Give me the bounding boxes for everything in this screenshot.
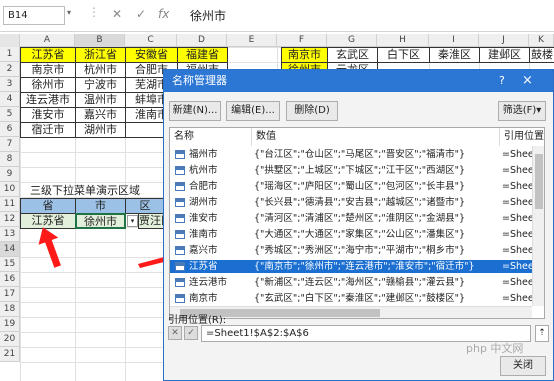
red-arrow-icon (38, 227, 61, 268)
list-item[interactable]: 福州市 {"台江区";"仓山区";"马尾区";"晋安区";"福清市"} =Sheet… (170, 148, 532, 161)
list-item-value: {"台江区";"仓山区";"马尾区";"晋安区";"福清市"} (254, 149, 466, 160)
column-header-ref[interactable]: 引用位置 (500, 128, 544, 146)
list-item-ref: =Sheet1 (502, 277, 532, 288)
list-item-name: 淮安市 (189, 213, 218, 224)
list-item-name: 杭州市 (189, 165, 218, 176)
list-item-ref: =Sheet1 (502, 149, 532, 160)
delete-button[interactable]: 删除(D) (286, 101, 338, 121)
list-item-value: {"秀城区";"秀洲区";"海宁市";"平湖市";"桐乡市"} (254, 245, 466, 256)
filter-button[interactable]: 筛选(F)▾ (498, 101, 546, 121)
list-item-ref: =Sheet1 (502, 181, 532, 192)
cancel-icon[interactable]: ✕ (168, 326, 182, 340)
list-item-name: 嘉兴市 (189, 245, 218, 256)
name-manager-dialog: 名称管理器 ? × 新建(N)... 编辑(E)... 删除(D) 筛选(F)▾… (163, 69, 554, 381)
list-item-ref: =Sheet1 (502, 229, 532, 240)
check-icon[interactable]: ✓ (184, 326, 198, 340)
list-item[interactable]: 杭州市 {"拱墅区";"上城区";"下城区";"江干区";"西湖区"} =Sheet… (170, 164, 532, 177)
table-icon (175, 166, 185, 175)
watermark: php 中文网 (466, 342, 524, 355)
collapse-icon[interactable]: ⇡ (535, 325, 549, 342)
list-item-value: {"新浦区";"连云区";"海州区";"赣榆县";"灌云县"} (254, 277, 466, 288)
list-item[interactable]: 淮南市 {"大通区";"大通区";"家集区";"公山区";"潘集区"} =Sheet… (170, 228, 532, 241)
list-item[interactable]: 江苏省 {"南京市";"徐州市";"连云港市";"淮安市";"宿迁市"} =Shee… (170, 260, 532, 273)
table-icon (175, 150, 185, 159)
list-item-value: {"清河区";"清浦区";"楚州区";"淮阴区";"金湖县"} (254, 213, 466, 224)
list-item-name: 合肥市 (189, 181, 218, 192)
list-item-ref: =Sheet1 (502, 261, 532, 272)
table-icon (175, 262, 185, 271)
vertical-scrollbar[interactable] (532, 146, 544, 306)
table-icon (175, 214, 185, 223)
list-item-name: 江苏省 (189, 261, 218, 272)
list-item-ref: =Sheet1 (502, 293, 532, 304)
list-item[interactable]: 连云港市 {"新浦区";"连云区";"海州区";"赣榆县";"灌云县"} =Shee… (170, 276, 532, 289)
list-item[interactable]: 嘉兴市 {"秀城区";"秀洲区";"海宁市";"平湖市";"桐乡市"} =Sheet… (170, 244, 532, 257)
table-icon (175, 294, 185, 303)
table-icon (175, 182, 185, 191)
list-item-value: {"拱墅区";"上城区";"下城区";"江干区";"西湖区"} (254, 165, 466, 176)
list-item-ref: =Sheet1 (502, 245, 532, 256)
list-item-value: {"南京市";"徐州市";"连云港市";"淮安市";"宿迁市"} (254, 261, 475, 272)
list-item[interactable]: 湖州市 {"长兴县";"德清县";"安吉县";"越城区";"诸暨市"} =Sheet… (170, 196, 532, 209)
list-item-value: {"长兴县";"德清县";"安吉县";"越城区";"诸暨市"} (254, 197, 466, 208)
column-header-name[interactable]: 名称 (170, 128, 252, 146)
refers-to-label: 引用位置(R): (168, 315, 227, 326)
list-item-name: 淮南市 (189, 229, 218, 240)
column-header-value[interactable]: 数值 (252, 128, 500, 146)
list-item-name: 连云港市 (189, 277, 228, 288)
list-item-name: 湖州市 (189, 197, 218, 208)
list-item-value: {"瑶海区";"庐阳区";"蜀山区";"包河区";"长丰县"} (254, 181, 466, 192)
list-item-ref: =Sheet1 (502, 213, 532, 224)
list-item-value: {"大通区";"大通区";"家集区";"公山区";"潘集区"} (254, 229, 466, 240)
new-button[interactable]: 新建(N)... (169, 101, 221, 121)
scroll-thumb[interactable] (535, 154, 543, 209)
list-item-name: 南京市 (189, 293, 218, 304)
list-item-name: 福州市 (189, 149, 218, 160)
table-icon (175, 246, 185, 255)
close-icon[interactable]: × (522, 70, 533, 92)
help-icon[interactable]: ? (499, 70, 505, 92)
list-item-ref: =Sheet1 (502, 165, 532, 176)
close-button[interactable]: 关闭 (500, 356, 546, 376)
list-item-value: {"玄武区";"白下区";"秦淮区";"建邺区";"鼓楼区"} (254, 293, 466, 304)
list-item[interactable]: 淮安市 {"清河区";"清浦区";"楚州区";"淮阴区";"金湖县"} =Sheet… (170, 212, 532, 225)
table-icon (175, 198, 185, 207)
edit-button[interactable]: 编辑(E)... (226, 101, 280, 121)
dialog-title[interactable]: 名称管理器 (164, 70, 553, 92)
table-icon (175, 230, 185, 239)
names-list[interactable]: 名称 数值 引用位置 福州市 {"台江区";"仓山区";"马尾区";"晋安区";"… (169, 127, 545, 319)
list-item[interactable]: 南京市 {"玄武区";"白下区";"秦淮区";"建邺区";"鼓楼区"} =Sheet… (170, 292, 532, 305)
list-item-ref: =Sheet1 (502, 197, 532, 208)
list-item[interactable]: 合肥市 {"瑶海区";"庐阳区";"蜀山区";"包河区";"长丰县"} =Sheet… (170, 180, 532, 193)
table-icon (175, 278, 185, 287)
